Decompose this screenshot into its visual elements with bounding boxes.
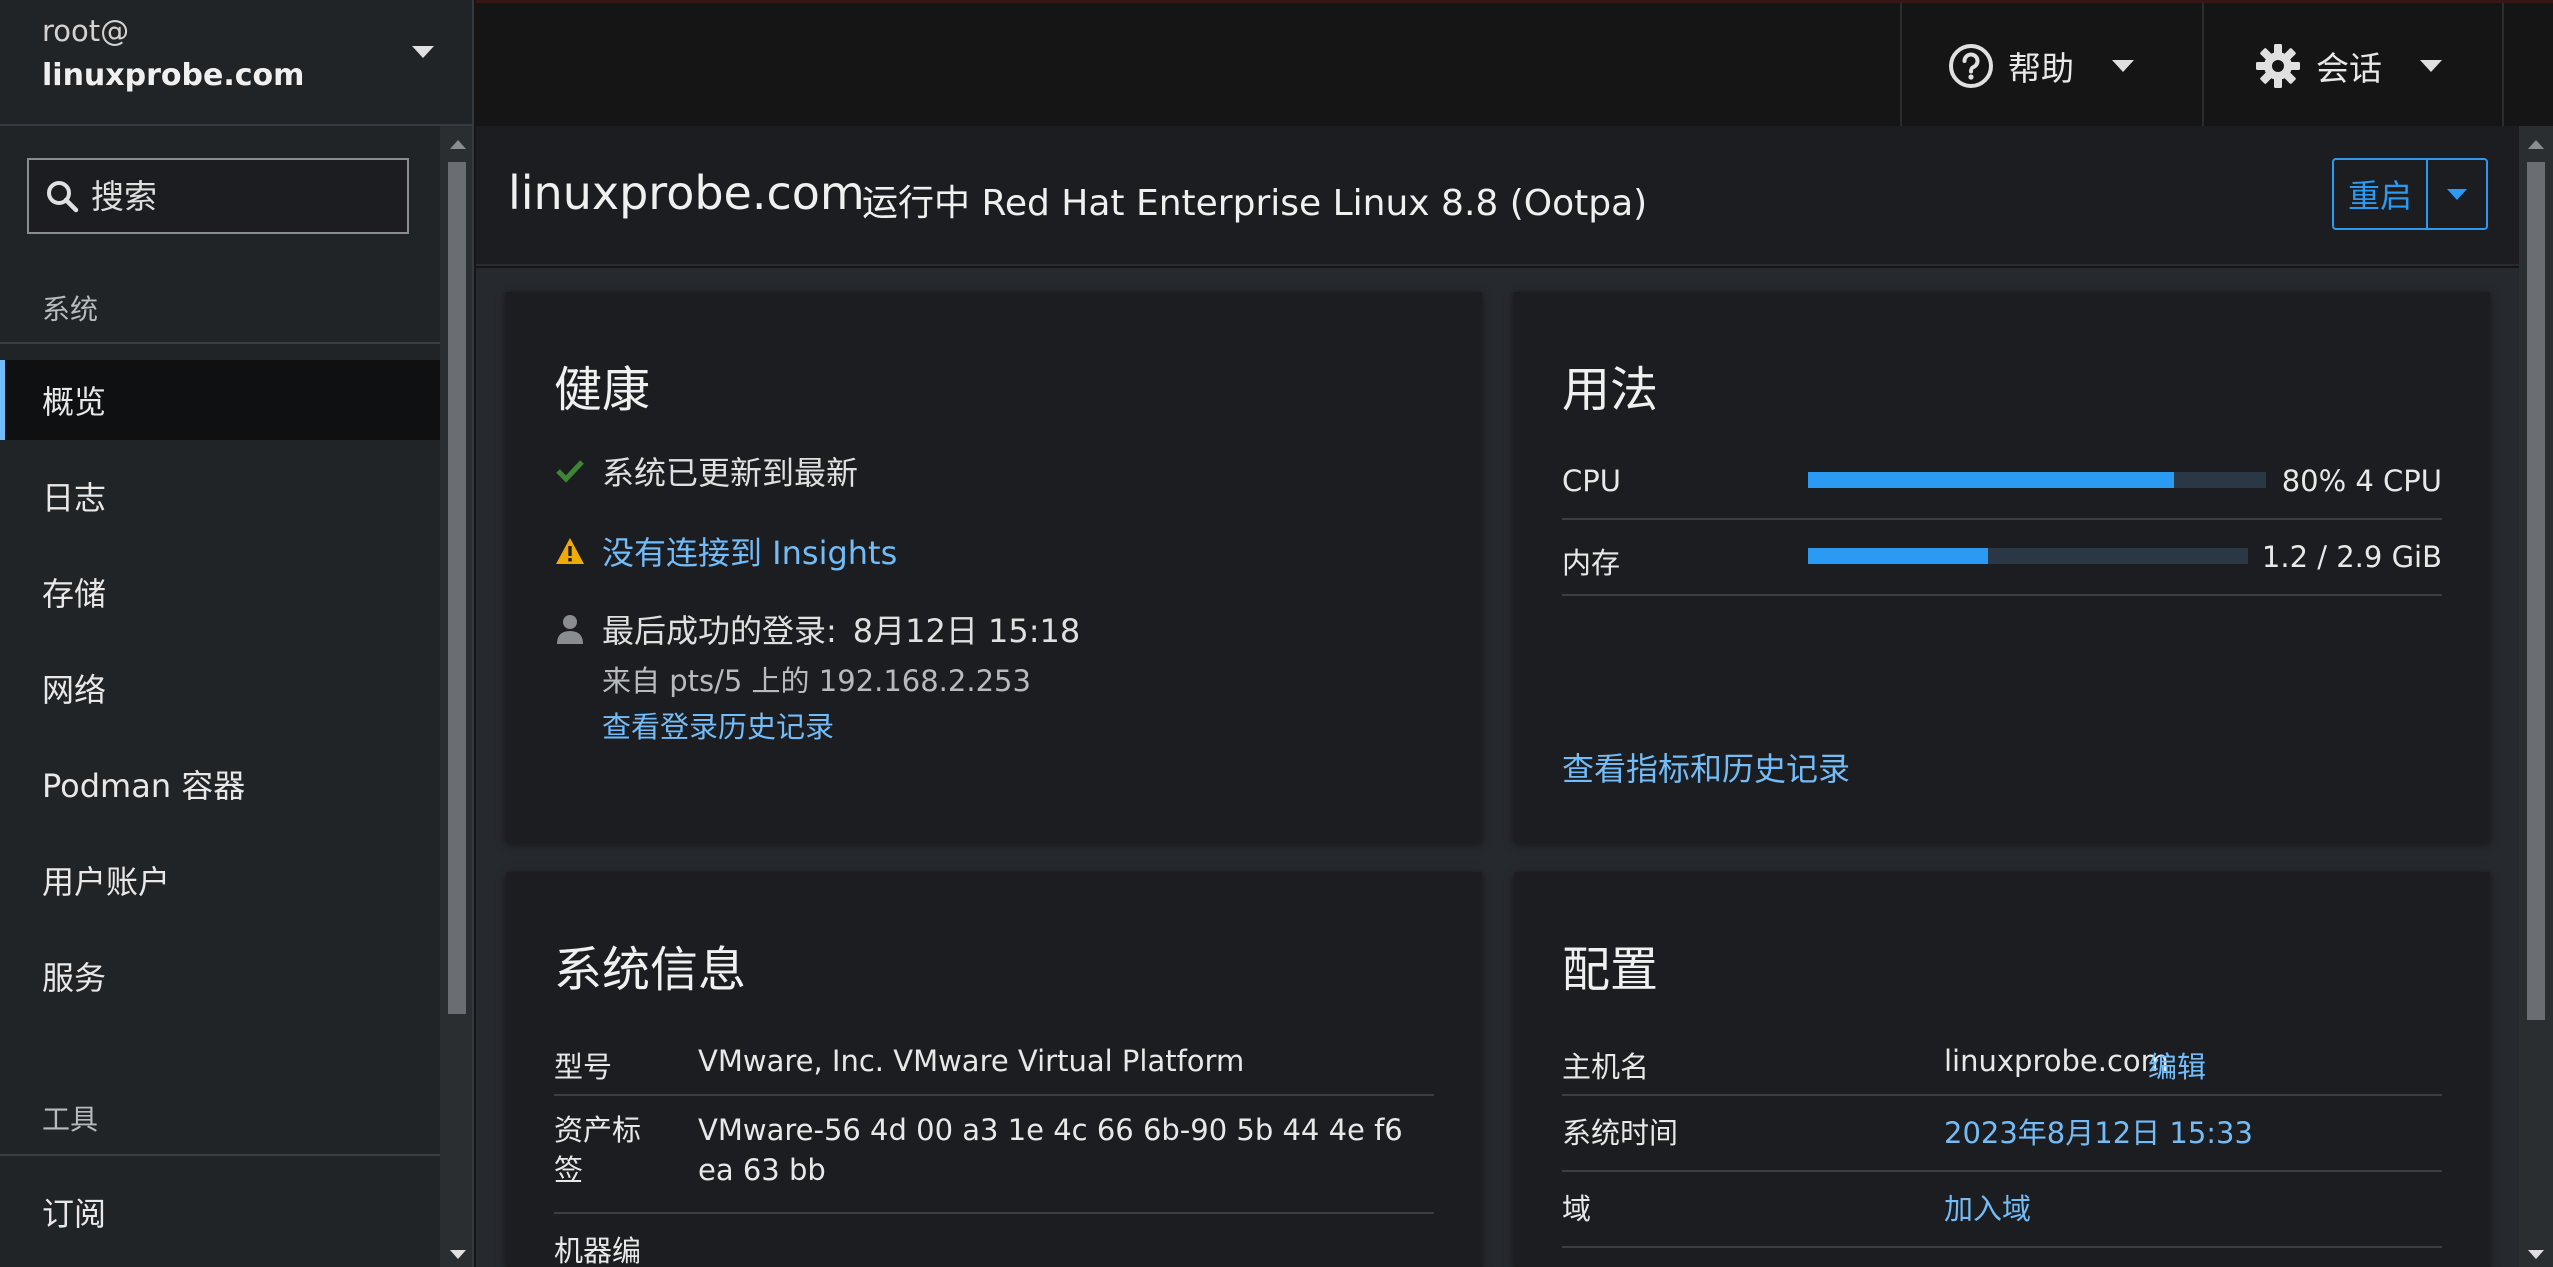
hostname-key: 主机名 <box>1562 1050 1650 1084</box>
host-user: root@ <box>42 14 130 48</box>
check-icon <box>554 458 586 484</box>
memory-value: 1.2 / 2.9 GiB <box>2261 540 2442 574</box>
last-login-source: 来自 pts/5 上的 192.168.2.253 <box>602 664 1031 698</box>
edit-hostname-link[interactable]: 编辑 <box>2148 1044 2206 1086</box>
configuration-title: 配置 <box>1562 942 1659 998</box>
info-key: 机器编 <box>554 1234 642 1267</box>
search-icon <box>47 181 79 213</box>
cpu-value: 80% 4 CPU <box>2281 464 2442 498</box>
host-name: linuxprobe.com <box>42 58 305 93</box>
insights-link[interactable]: 没有连接到 Insights <box>602 528 897 574</box>
scroll-up-icon[interactable] <box>2528 140 2544 149</box>
page-title: linuxprobe.com <box>508 166 865 220</box>
chevron-down-icon <box>412 46 434 58</box>
sidebar-item-services[interactable]: 服务 <box>0 936 440 1016</box>
cpu-usage-bar <box>1808 472 2266 488</box>
system-time-link[interactable]: 2023年8月12日 15:33 <box>1944 1110 2253 1152</box>
sidebar-item-subscriptions[interactable]: 订阅 <box>0 1172 440 1252</box>
health-title: 健康 <box>554 362 651 418</box>
os-status: 运行中 Red Hat Enterprise Linux 8.8 (Ootpa) <box>862 183 1648 224</box>
chevron-down-icon <box>2112 60 2134 72</box>
login-history-link[interactable]: 查看登录历史记录 <box>602 704 834 746</box>
sidebar-item-storage[interactable]: 存储 <box>0 552 440 632</box>
sidebar-scrollbar[interactable] <box>440 126 474 1267</box>
gear-icon <box>2256 44 2300 88</box>
scroll-down-icon[interactable] <box>2528 1250 2544 1259</box>
sidebar-item-accounts[interactable]: 用户账户 <box>0 840 440 920</box>
session-menu-button[interactable]: 会话 <box>2202 3 2504 129</box>
restart-split-button: 重启 <box>2332 158 2489 230</box>
page-header: linuxprobe.com 运行中 Red Hat Enterprise Li… <box>476 126 2519 266</box>
update-status: 系统已更新到最新 <box>554 448 858 494</box>
nav-divider <box>0 1154 440 1156</box>
configuration-card: 配置 主机名 linuxprobe.com 编辑 系统时间 2023年8月12日… <box>1514 872 2490 1267</box>
restart-button[interactable]: 重启 <box>2334 160 2426 228</box>
sidebar-item-network[interactable]: 网络 <box>0 648 440 728</box>
scroll-down-icon[interactable] <box>450 1250 466 1259</box>
nav-section-tools: 工具 <box>42 1103 99 1136</box>
scrollbar-thumb[interactable] <box>448 162 466 1014</box>
system-time-key: 系统时间 <box>1562 1116 1679 1150</box>
scroll-up-icon[interactable] <box>450 140 466 149</box>
config-row-domain: 域 加入域 <box>1562 1172 2442 1248</box>
search-input[interactable] <box>91 176 391 216</box>
insights-status: 没有连接到 Insights <box>554 528 897 574</box>
usage-card: 用法 CPU 80% 4 CPU 内存 1.2 / 2.9 GiB 查看指标和历… <box>1514 292 2490 842</box>
sidebar-item-podman[interactable]: Podman 容器 <box>0 744 440 824</box>
memory-label: 内存 <box>1562 546 1621 580</box>
user-icon <box>554 614 586 644</box>
host-switcher[interactable]: root@ linuxprobe.com <box>0 0 474 126</box>
session-label: 会话 <box>2316 49 2382 88</box>
sidebar-item-overview[interactable]: 概览 <box>0 360 440 440</box>
info-value: VMware-56 4d 00 a3 1e 4c 66 6b-90 5b 44 … <box>698 1113 1403 1187</box>
chevron-down-icon <box>2420 60 2442 72</box>
cpu-usage-row: CPU 80% 4 CPU <box>1562 444 2442 520</box>
memory-usage-fill <box>1808 548 1989 564</box>
domain-key: 域 <box>1562 1192 1592 1226</box>
update-status-text: 系统已更新到最新 <box>602 454 859 492</box>
caret-down-icon <box>2447 188 2468 200</box>
info-row-asset-tag: 资产标签 VMware-56 4d 00 a3 1e 4c 66 6b-90 5… <box>554 1096 1434 1214</box>
cpu-usage-fill <box>1808 472 2175 488</box>
top-bar: 帮助 会话 <box>476 0 2553 129</box>
nav-divider <box>0 342 440 344</box>
help-icon <box>1949 44 1993 88</box>
info-key: 型号 <box>554 1050 613 1084</box>
memory-usage-row: 内存 1.2 / 2.9 GiB <box>1562 520 2442 596</box>
usage-title: 用法 <box>1562 362 1659 418</box>
info-value: VMware, Inc. VMware Virtual Platform <box>698 1044 1245 1078</box>
info-row-machine-id: 机器编 <box>554 1214 1434 1267</box>
scrollbar-thumb[interactable] <box>2527 162 2545 1020</box>
last-login-time: 8月12日 15:18 <box>852 612 1081 650</box>
restart-dropdown-toggle[interactable] <box>2426 160 2486 228</box>
memory-usage-bar <box>1808 548 2248 564</box>
main-scrollbar[interactable] <box>2519 126 2553 1267</box>
health-card: 健康 系统已更新到最新 没有连接到 Insights 最后成功的登录: 8月12… <box>506 292 1482 842</box>
sidebar-item-logs[interactable]: 日志 <box>0 456 440 536</box>
system-info-title: 系统信息 <box>554 942 747 998</box>
config-row-time: 系统时间 2023年8月12日 15:33 <box>1562 1096 2442 1172</box>
sidebar: 系统 概览 日志 存储 网络 Podman 容器 用户账户 服务 工具 订阅 <box>0 126 440 1267</box>
nav-section-system: 系统 <box>42 293 99 326</box>
help-label: 帮助 <box>2008 49 2074 88</box>
join-domain-link[interactable]: 加入域 <box>1944 1186 2031 1228</box>
config-row-hostname: 主机名 linuxprobe.com 编辑 <box>1562 1030 2442 1096</box>
system-info-card: 系统信息 型号 VMware, Inc. VMware Virtual Plat… <box>506 872 1482 1267</box>
info-row-model: 型号 VMware, Inc. VMware Virtual Platform <box>554 1030 1434 1096</box>
hostname-value: linuxprobe.com <box>1944 1044 2169 1078</box>
info-key: 资产标签 <box>554 1113 642 1187</box>
search-box[interactable] <box>27 158 409 234</box>
last-login-label: 最后成功的登录: <box>602 612 837 650</box>
help-menu-button[interactable]: 帮助 <box>1900 3 2202 129</box>
cpu-label: CPU <box>1562 464 1621 498</box>
warning-icon <box>554 536 586 566</box>
metrics-history-link[interactable]: 查看指标和历史记录 <box>1562 744 1850 790</box>
last-login: 最后成功的登录: 8月12日 15:18 <box>554 606 1080 652</box>
